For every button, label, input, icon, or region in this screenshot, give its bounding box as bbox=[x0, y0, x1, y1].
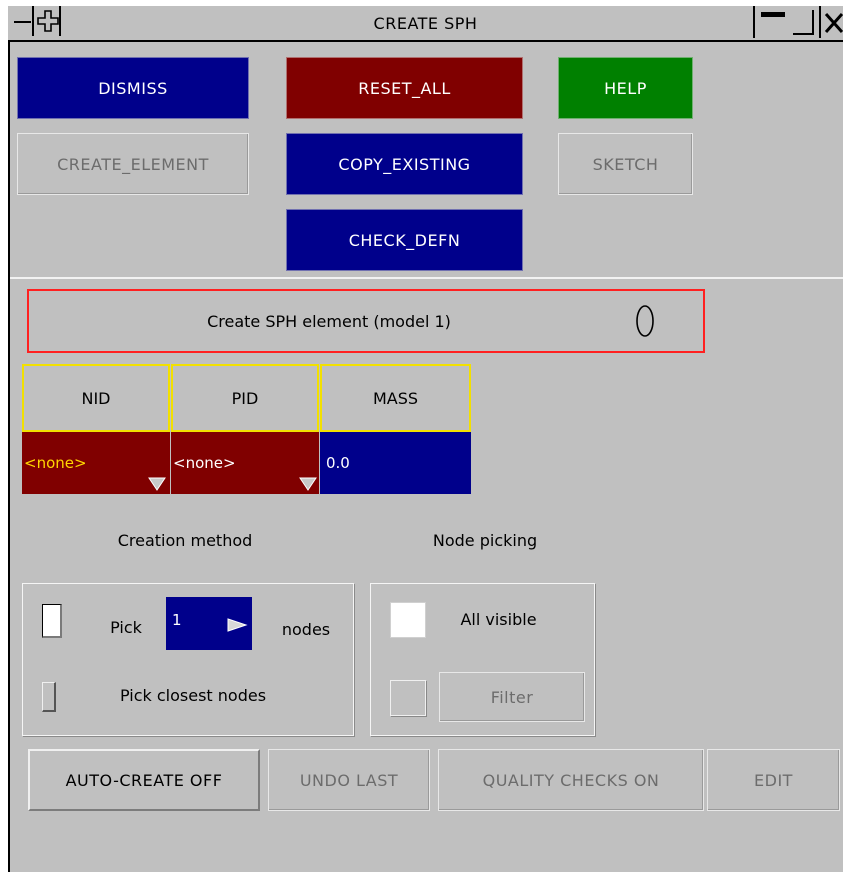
pick-checkbox[interactable] bbox=[42, 604, 62, 638]
quality-checks-button[interactable]: QUALITY CHECKS ON bbox=[438, 749, 704, 811]
undo-last-button[interactable]: UNDO LAST bbox=[268, 749, 430, 811]
copy-existing-button[interactable]: COPY_EXISTING bbox=[286, 133, 523, 195]
mass-field[interactable]: 0.0 bbox=[320, 432, 471, 494]
pid-value: <none> bbox=[173, 454, 236, 472]
pid-header: PID bbox=[171, 364, 319, 432]
dropdown-arrow-icon[interactable] bbox=[148, 476, 166, 492]
nid-field[interactable]: <none> bbox=[22, 432, 170, 494]
filter-button[interactable]: Filter bbox=[439, 672, 585, 722]
help-button[interactable]: HELP bbox=[558, 57, 693, 119]
status-message: Create SPH element (model 1) bbox=[207, 311, 451, 331]
auto-create-button[interactable]: AUTO-CREATE OFF bbox=[28, 749, 260, 811]
creation-method-label: Creation method bbox=[117, 530, 253, 550]
reset-all-button[interactable]: RESET_ALL bbox=[286, 57, 523, 119]
maximize-icon[interactable] bbox=[789, 6, 819, 38]
title-bar[interactable]: CREATE SPH bbox=[8, 6, 843, 42]
sketch-button[interactable]: SKETCH bbox=[558, 133, 693, 195]
all-visible-checkbox[interactable] bbox=[390, 602, 426, 638]
creation-method-panel: Pick 1 nodes Pick closest nodes bbox=[22, 583, 354, 736]
arrow-right-icon[interactable] bbox=[226, 617, 248, 633]
separator bbox=[10, 277, 843, 279]
nid-header: NID bbox=[22, 364, 170, 432]
pick-count-stepper[interactable]: 1 bbox=[166, 597, 252, 650]
dropdown-arrow-icon[interactable] bbox=[299, 476, 317, 492]
pick-closest-checkbox[interactable] bbox=[42, 682, 56, 712]
nid-value: <none> bbox=[24, 454, 87, 472]
zero-ring-icon bbox=[634, 303, 658, 339]
plus-icon[interactable] bbox=[35, 6, 61, 36]
filter-checkbox[interactable] bbox=[390, 680, 426, 716]
pick-count-value: 1 bbox=[172, 611, 182, 629]
minus-icon[interactable] bbox=[12, 6, 34, 36]
window-title: CREATE SPH bbox=[373, 13, 478, 33]
minimize-icon[interactable] bbox=[753, 6, 789, 38]
close-icon[interactable] bbox=[819, 6, 843, 38]
nodes-label: nodes bbox=[281, 619, 331, 639]
check-defn-button[interactable]: CHECK_DEFN bbox=[286, 209, 523, 271]
node-picking-label: Node picking bbox=[432, 530, 538, 550]
pick-label: Pick bbox=[110, 617, 142, 637]
mass-header: MASS bbox=[320, 364, 471, 432]
create-element-button[interactable]: CREATE_ELEMENT bbox=[17, 133, 249, 195]
dismiss-button[interactable]: DISMISS bbox=[17, 57, 249, 119]
node-picking-panel: All visible Filter bbox=[370, 583, 595, 736]
status-box: Create SPH element (model 1) bbox=[27, 289, 705, 353]
all-visible-label: All visible bbox=[460, 609, 537, 629]
edit-button[interactable]: EDIT bbox=[707, 749, 840, 811]
pick-closest-label: Pick closest nodes bbox=[119, 685, 267, 705]
pid-field[interactable]: <none> bbox=[171, 432, 319, 494]
mass-value: 0.0 bbox=[326, 454, 350, 472]
